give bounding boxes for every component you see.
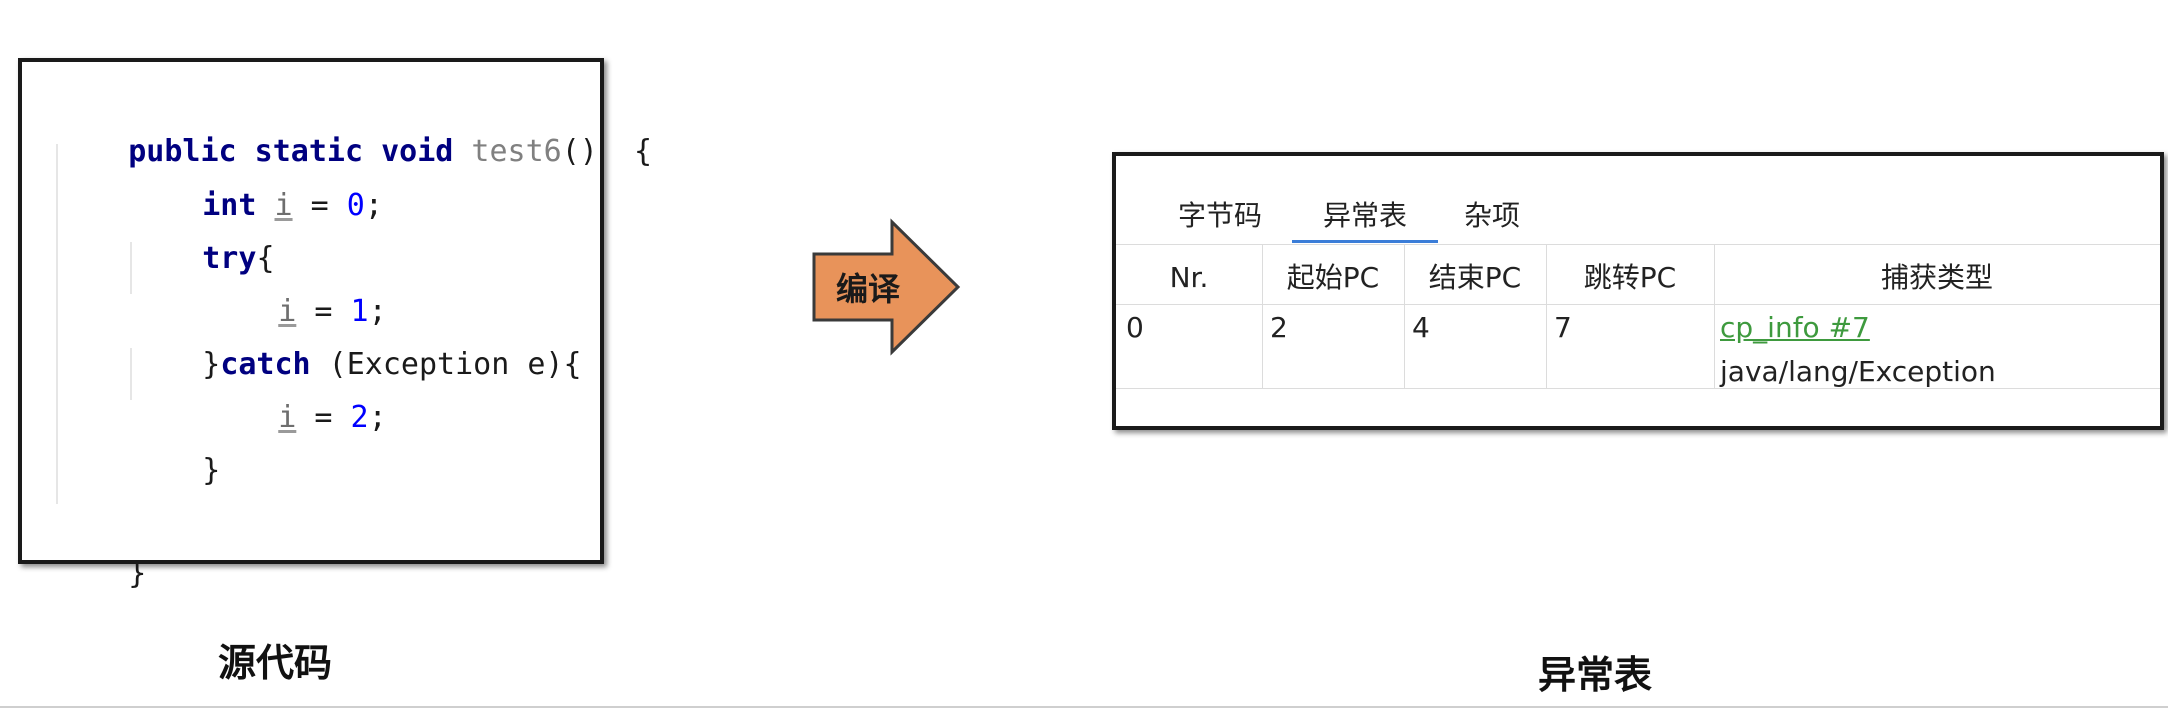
cell-catch-type: java/lang/Exception — [1720, 355, 1996, 388]
cell-start-pc: 2 — [1270, 311, 1288, 344]
header-nr: Nr. — [1169, 261, 1209, 294]
header-start-pc: 起始PC — [1286, 261, 1380, 294]
code-semicolon: ; — [364, 188, 383, 223]
table-rule — [1116, 304, 2160, 305]
code-text: () { — [561, 134, 653, 169]
code-line-7: } — [130, 411, 220, 488]
compile-label: 编译 — [836, 270, 901, 308]
code-line-6: i = 2; — [206, 358, 386, 435]
cell-nr: 0 — [1126, 311, 1144, 344]
code-number: 0 — [346, 188, 365, 223]
code-semicolon: ; — [368, 400, 387, 435]
cp-info-link[interactable]: cp_info #7 — [1720, 308, 1870, 348]
exception-table-caption: 异常表 — [1538, 653, 1653, 697]
code-brace: } — [128, 556, 147, 591]
code-line-3: try{ — [130, 199, 274, 276]
bottom-divider — [0, 706, 2168, 708]
table-rule — [1116, 388, 2160, 389]
source-code-caption: 源代码 — [218, 641, 333, 685]
code-line-5: }catch (Exception e){ — [130, 305, 581, 382]
source-code-panel: public static void test6() { int i = 0; … — [18, 58, 652, 591]
active-tab-indicator — [1292, 240, 1438, 243]
header-end-pc: 结束PC — [1428, 261, 1522, 294]
code-line-4: i = 1; — [206, 252, 386, 329]
cell-handler-pc: 7 — [1554, 311, 1572, 344]
code-line-1: public static void test6() { — [56, 92, 652, 169]
exception-table-panel: 字节码 异常表 杂项 Nr. 起始PC 结束PC 跳转PC 捕获类型 0 2 4… — [1112, 152, 2164, 430]
code-line-2: int i = 0; — [130, 146, 383, 223]
code-operator: = — [292, 188, 347, 223]
tab-exception-table[interactable]: 异常表 — [1312, 196, 1418, 236]
header-handler-pc: 跳转PC — [1583, 261, 1677, 294]
header-catch-type: 捕获类型 — [1880, 261, 1993, 294]
code-variable: i — [274, 188, 293, 223]
code-line-8: } — [56, 514, 146, 591]
code-operator: = — [296, 400, 351, 435]
code-method-name: test6 — [471, 134, 562, 169]
code-number: 2 — [350, 400, 369, 435]
table-rule — [1116, 244, 2160, 245]
code-variable: i — [278, 400, 297, 435]
code-brace: } — [202, 453, 221, 488]
tab-misc[interactable]: 杂项 — [1456, 196, 1528, 236]
cell-end-pc: 4 — [1412, 311, 1430, 344]
tab-bytecode[interactable]: 字节码 — [1168, 196, 1272, 236]
